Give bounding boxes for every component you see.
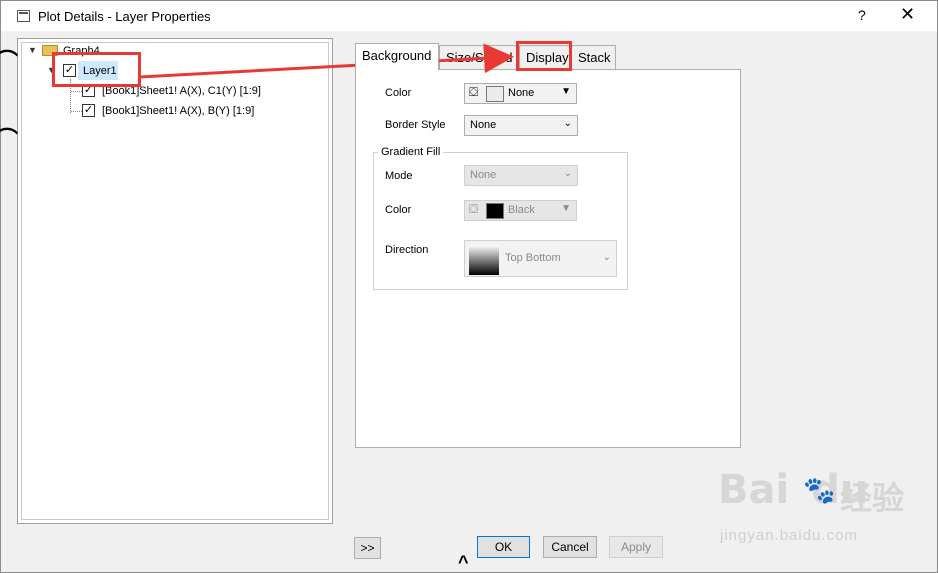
watermark-url: jingyan.baidu.com — [720, 527, 858, 544]
tab-background[interactable]: Background — [355, 43, 439, 70]
annotation-box-display-tab — [516, 41, 572, 71]
paw-icon: 🐾 — [803, 475, 836, 505]
background-mark: ^ — [458, 552, 469, 572]
background-mark: ⌒ — [0, 49, 19, 74]
watermark-text: 经验 — [840, 480, 905, 516]
baidu-watermark: Bai du 🐾 经验 jingyan.baidu.com — [714, 465, 936, 549]
background-mark: ⌒ — [0, 127, 19, 152]
